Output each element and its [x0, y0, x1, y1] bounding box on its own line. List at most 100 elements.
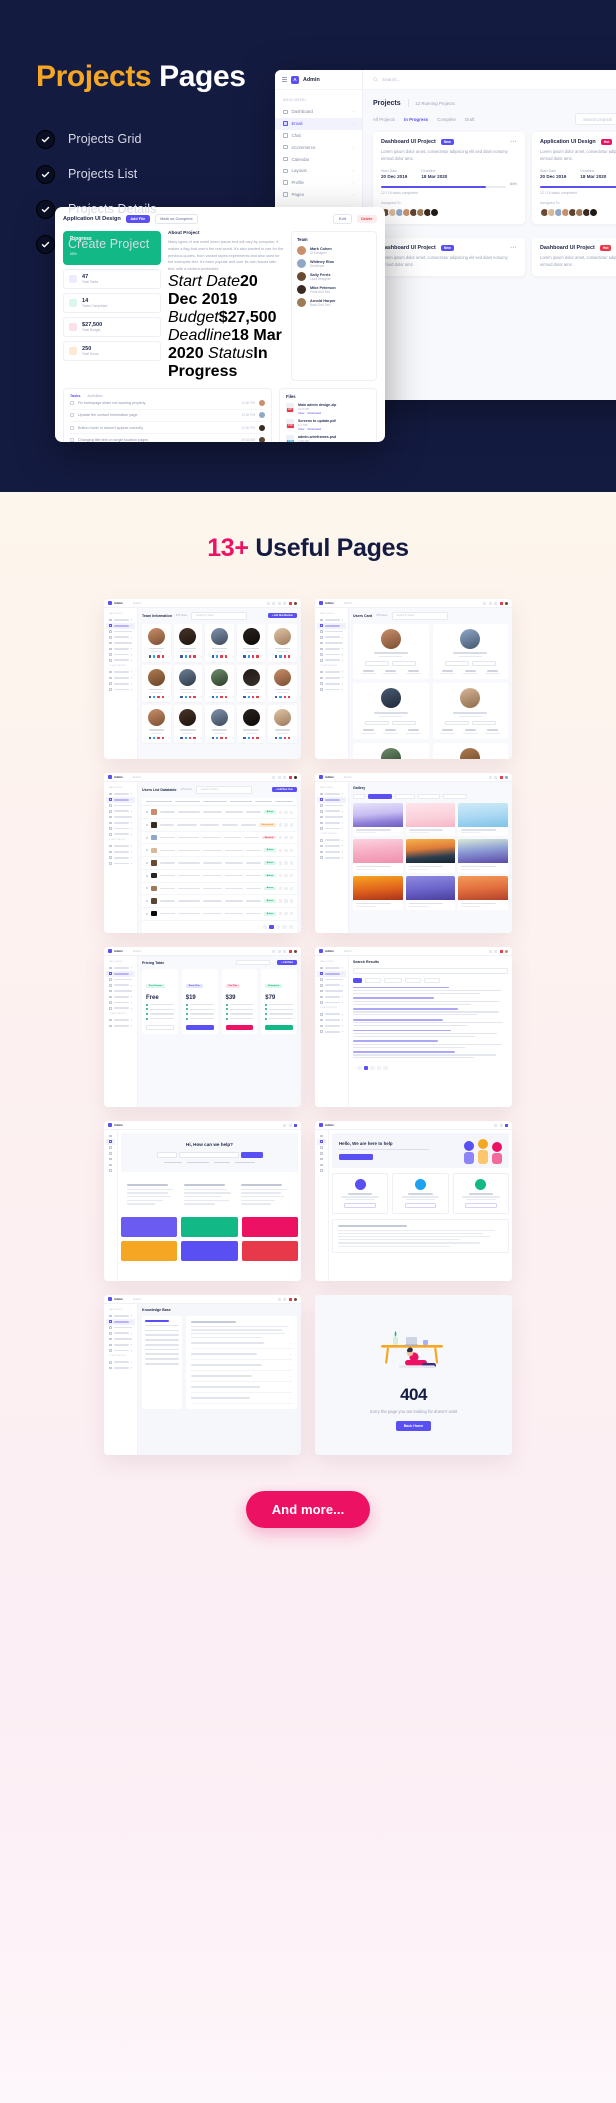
list-item[interactable]	[432, 623, 508, 680]
search-input[interactable]: Search...	[133, 1298, 143, 1301]
list-item[interactable]: ⌄	[191, 1371, 292, 1383]
tab-tasks[interactable]: Tasks	[70, 394, 80, 398]
thumbnail-users-list-datatable-page[interactable]: Admin Search... MAIN MENU COMPONENTS Use…	[104, 773, 301, 933]
list-item[interactable]	[452, 1173, 509, 1214]
message-button[interactable]	[444, 720, 469, 726]
thumbnail-search-results-page[interactable]: Admin Search... MAIN MENU COMPONENTS Sea…	[315, 947, 512, 1107]
and-more-button[interactable]: And more...	[245, 1491, 371, 1528]
search-input[interactable]: Search...	[133, 950, 143, 953]
edit-icon[interactable]	[278, 823, 283, 827]
sidebar-item-dashboard[interactable]: Dashboard ›	[275, 106, 362, 118]
search-input[interactable]: Search...	[133, 776, 143, 779]
next-page-button[interactable]	[383, 1065, 388, 1071]
tab-all-projects[interactable]: All Projects	[373, 117, 395, 122]
edit-icon[interactable]	[278, 886, 283, 891]
table-row[interactable]: Active	[142, 857, 297, 870]
list-item[interactable]	[142, 664, 171, 703]
list-item[interactable]: Pro Plan $39	[221, 969, 258, 1035]
tab-documents[interactable]	[384, 978, 402, 983]
list-item[interactable]: ⌄	[191, 1382, 292, 1394]
follow-button[interactable]	[471, 720, 496, 726]
edit-icon[interactable]	[278, 861, 283, 865]
list-item[interactable]	[142, 705, 171, 744]
list-item[interactable]	[432, 683, 508, 740]
learn-more-button[interactable]	[464, 1203, 497, 1208]
table-row[interactable]: Active	[142, 883, 297, 896]
view-icon[interactable]	[284, 848, 288, 852]
follow-button[interactable]	[392, 661, 417, 666]
list-item[interactable]	[432, 743, 508, 759]
plan-cta-button[interactable]	[265, 1024, 293, 1031]
thumbnail-support-center-page[interactable]: Admin Hello, We are here to help	[315, 1121, 512, 1281]
list-item[interactable]	[236, 705, 266, 744]
sidebar-item-table[interactable]	[317, 687, 346, 693]
project-card[interactable]: Dashboard UI Project New ••• Lorem ipsum d…	[373, 132, 525, 225]
file-download-link[interactable]: Download	[307, 427, 320, 431]
checkbox[interactable]	[146, 899, 149, 903]
add-user-button[interactable]: + Add New User	[271, 787, 297, 793]
search-input[interactable]: Search...	[382, 77, 400, 82]
page-3-button[interactable]	[376, 1065, 381, 1071]
add-member-button[interactable]: + Add New Member	[267, 613, 297, 619]
prev-page-button[interactable]	[357, 1065, 362, 1071]
tab-draft[interactable]: Draft	[465, 117, 475, 122]
checkbox[interactable]	[146, 874, 149, 877]
delete-icon[interactable]	[289, 873, 293, 878]
list-item[interactable]	[173, 705, 203, 744]
list-item[interactable]	[458, 802, 508, 837]
list-item[interactable]	[268, 623, 297, 662]
list-item[interactable]	[353, 1008, 508, 1016]
delete-icon[interactable]	[289, 899, 293, 903]
checkbox[interactable]	[146, 861, 149, 865]
more-icon[interactable]: •••	[510, 245, 517, 251]
list-item[interactable]	[236, 623, 266, 662]
delete-icon[interactable]	[289, 912, 293, 916]
list-item[interactable]	[353, 743, 429, 759]
list-item[interactable]	[173, 623, 203, 662]
delete-icon[interactable]	[289, 886, 293, 891]
list-item[interactable]	[173, 664, 203, 703]
list-item[interactable]	[353, 876, 403, 911]
page-1-button[interactable]	[269, 924, 274, 930]
list-item[interactable]: ⌄	[191, 1338, 292, 1350]
table-row[interactable]: Fix homepage slider not working properly…	[70, 398, 265, 410]
project-card[interactable]: Dashboard UI ProjectHot••• Lorem ipsum d…	[532, 238, 616, 276]
tile[interactable]	[121, 1240, 178, 1261]
edit-icon[interactable]	[278, 899, 283, 903]
list-item[interactable]	[458, 839, 508, 874]
thumbnail-gallery-page[interactable]: Admin Search... MAIN MENU COMPONENTS Gal…	[315, 773, 512, 933]
checkbox[interactable]	[70, 425, 74, 430]
list-item[interactable]	[268, 705, 297, 744]
list-item[interactable]	[405, 802, 456, 837]
sidebar-item[interactable]	[106, 1168, 115, 1174]
view-icon[interactable]	[284, 861, 288, 865]
search-button[interactable]	[240, 1152, 263, 1158]
delete-icon[interactable]	[289, 835, 293, 840]
tab-complete[interactable]: Complete	[437, 117, 456, 122]
checkbox[interactable]	[146, 887, 149, 890]
tab-articles[interactable]	[365, 978, 381, 983]
delete-icon[interactable]	[289, 861, 293, 865]
sidebar-item-profile[interactable]: Profile ›	[275, 177, 362, 189]
view-icon[interactable]	[284, 835, 288, 840]
table-row[interactable]: Active	[142, 908, 297, 921]
view-icon[interactable]	[284, 823, 288, 827]
plan-cta-button[interactable]	[185, 1024, 214, 1031]
thumbnail-knowledge-base-page[interactable]: Admin Search... MAIN MENU COMPONENTS Kno…	[104, 1295, 301, 1455]
list-item[interactable]	[236, 664, 266, 703]
table-row[interactable]: Active	[142, 806, 297, 820]
list-item[interactable]	[142, 623, 171, 662]
checkbox[interactable]	[146, 849, 149, 852]
pagination[interactable]	[353, 1062, 508, 1075]
thumbnail-pricing-table-page[interactable]: Admin Search... MAIN MENU COMPONENTS Pri…	[104, 947, 301, 1107]
tile[interactable]	[181, 1240, 238, 1261]
sidebar-item-chat[interactable]: Chat	[275, 130, 362, 142]
edit-button[interactable]: Edit	[333, 214, 352, 225]
tab-web-design[interactable]	[368, 794, 392, 799]
table-row[interactable]: Active	[142, 895, 297, 908]
list-item[interactable]: ⌄	[191, 1349, 292, 1361]
checkbox[interactable]	[146, 823, 149, 826]
more-icon[interactable]: •••	[510, 139, 517, 145]
back-home-button[interactable]: Back Home	[395, 1421, 432, 1431]
sidebar-item-pages[interactable]: Pages ›	[275, 188, 362, 200]
